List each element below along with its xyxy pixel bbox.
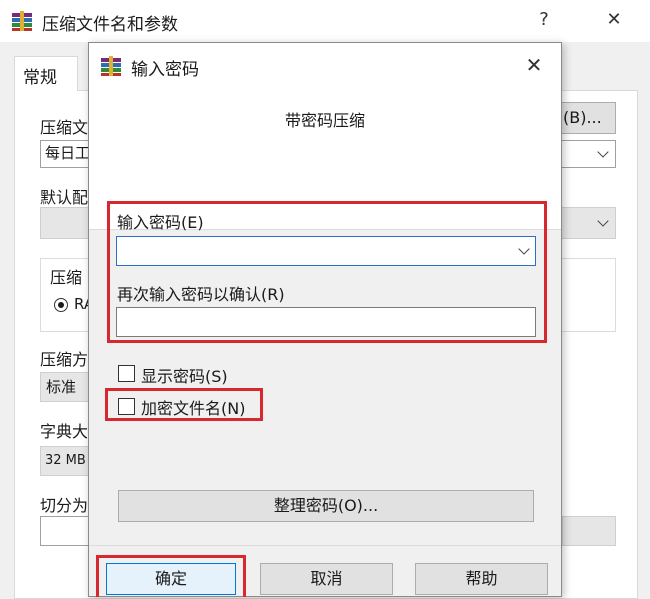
dialog-titlebar: 输入密码 ✕ xyxy=(89,43,561,89)
help-icon[interactable]: ? xyxy=(534,9,554,30)
show-password-label[interactable]: 显示密码(S) xyxy=(141,363,228,387)
main-titlebar: 压缩文件名和参数 ? ✕ xyxy=(0,0,650,42)
method-dropdown[interactable]: 标准 xyxy=(40,372,92,402)
cancel-button[interactable]: 取消 xyxy=(260,563,393,595)
dictionary-value: 32 MB xyxy=(45,453,86,468)
help-button[interactable]: 帮助 xyxy=(415,563,548,595)
format-group-label: 压缩 xyxy=(50,268,83,287)
tab-general[interactable]: 常规 xyxy=(14,56,78,91)
main-window-title: 压缩文件名和参数 xyxy=(42,15,178,35)
default-profile-label: 默认配 xyxy=(40,188,89,207)
highlight-encrypt-filenames xyxy=(105,388,263,421)
archive-name-value: 每日工 xyxy=(45,144,91,162)
dictionary-label: 字典大 xyxy=(40,422,89,441)
dictionary-dropdown[interactable]: 32 MB xyxy=(40,446,92,476)
winrar-app-icon xyxy=(101,56,121,76)
dialog-close-icon[interactable]: ✕ xyxy=(521,53,547,77)
tab-general-label: 常规 xyxy=(23,68,57,88)
split-label: 切分为 xyxy=(40,496,89,515)
format-radio-rar[interactable] xyxy=(54,298,68,312)
highlight-ok-button xyxy=(96,555,246,597)
method-value: 标准 xyxy=(46,378,77,396)
dialog-title: 输入密码 xyxy=(131,60,199,80)
chevron-down-icon xyxy=(597,215,609,227)
dialog-footer-divider xyxy=(89,545,561,546)
winrar-app-icon xyxy=(12,11,32,31)
method-label: 压缩方 xyxy=(40,350,89,369)
close-icon[interactable]: ✕ xyxy=(602,9,626,30)
split-input[interactable] xyxy=(40,516,92,546)
show-password-checkbox[interactable] xyxy=(118,365,135,382)
split-right-control[interactable] xyxy=(562,516,616,546)
chevron-down-icon xyxy=(597,146,609,158)
dialog-subtitle: 带密码压缩 xyxy=(284,111,365,130)
organize-passwords-button[interactable]: 整理密码(O)... xyxy=(118,490,534,522)
highlight-password-fields xyxy=(107,201,547,343)
archive-name-label: 压缩文 xyxy=(40,118,89,137)
